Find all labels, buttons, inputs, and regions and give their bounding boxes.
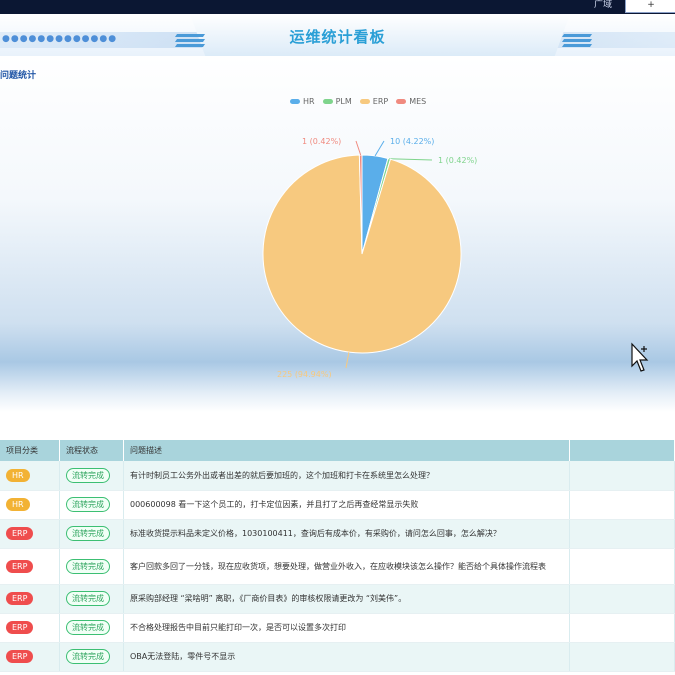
pie-data-label: 225 (94.94%): [277, 370, 332, 379]
column-header-extra: [569, 440, 675, 461]
category-badge: ERP: [6, 650, 34, 663]
issue-description: 标准收货提示料品未定义价格，1030100411，查询后有成本价，有采购价，请问…: [123, 519, 570, 549]
category-badge: ERP: [6, 527, 34, 540]
table-row[interactable]: ERP 流转完成 原采购部经理 “梁啥明” 离职，《厂商价目表》的审核权限请更改…: [0, 584, 675, 614]
issue-description: 客户回款多回了一分钱，现在应收货项，想要处理，做营业外收入，在应收模块该怎么操作…: [123, 548, 570, 585]
issue-description: 有计时制员工公务外出或者出差的就后要加班的，这个加班和打卡在系统里怎么处理？: [123, 461, 570, 491]
issue-description: OBA无法登陆，零件号不显示: [123, 642, 570, 672]
pie-label-line: [389, 158, 433, 161]
pie-data-label: 10 (4.22%): [390, 137, 434, 146]
table-row[interactable]: ERP 流转完成 客户回款多回了一分钱，现在应收货项，想要处理，做营业外收入，在…: [0, 548, 675, 585]
category-badge: ERP: [6, 592, 34, 605]
table-row[interactable]: ERP 流转完成 不合格处理报告中目前只能打印一次，是否可以设置多次打印: [0, 613, 675, 643]
pie-label-line: [345, 352, 350, 369]
issue-description: 000600098 看一下这个员工的，打卡定位因素，并且打了之后再查经常显示失败: [123, 490, 570, 520]
column-header-description[interactable]: 问题描述: [123, 440, 570, 461]
issue-description: 不合格处理报告中目前只能打印一次，是否可以设置多次打印: [123, 613, 570, 643]
issue-description: 原采购部经理 “梁啥明” 离职，《厂商价目表》的审核权限请更改为 “刘美伟”。: [123, 584, 570, 614]
column-header-category[interactable]: 项目分类: [0, 440, 60, 461]
category-badge: HR: [6, 468, 30, 482]
pie-data-label: 1 (0.42%): [438, 156, 477, 165]
issue-table: 项目分类 流程状态 问题描述 HR 流转完成 有计时制员工公务外出或者出差的就后…: [0, 440, 675, 672]
category-badge: ERP: [6, 559, 34, 573]
pie-data-label: 1 (0.42%): [302, 137, 341, 146]
mouse-cursor-icon: [631, 342, 649, 372]
status-badge: 流转完成: [66, 497, 110, 512]
table-row[interactable]: ERP 流转完成 标准收货提示料品未定义价格，1030100411，查询后有成本…: [0, 519, 675, 549]
pie-label-line: [374, 140, 385, 157]
table-row[interactable]: HR 流转完成 000600098 看一下这个员工的，打卡定位因素，并且打了之后…: [0, 490, 675, 520]
pie-chart: 10 (4.22%) 1 (0.42%) 225 (94.94%) 1 (0.42%): [262, 137, 477, 379]
table-header-row: 项目分类 流程状态 问题描述: [0, 440, 675, 461]
pie-label-line: [355, 140, 362, 156]
status-badge: 流转完成: [66, 591, 110, 606]
status-badge: 流转完成: [66, 649, 110, 664]
status-badge: 流转完成: [66, 620, 110, 635]
table-row[interactable]: ERP 流转完成 OBA无法登陆，零件号不显示: [0, 642, 675, 672]
category-badge: ERP: [6, 621, 34, 634]
status-badge: 流转完成: [66, 558, 110, 574]
status-badge: 流转完成: [66, 526, 110, 541]
column-header-status[interactable]: 流程状态: [59, 440, 124, 461]
status-badge: 流转完成: [66, 467, 110, 483]
table-row[interactable]: HR 流转完成 有计时制员工公务外出或者出差的就后要加班的，这个加班和打卡在系统…: [0, 461, 675, 491]
category-badge: HR: [6, 498, 30, 511]
